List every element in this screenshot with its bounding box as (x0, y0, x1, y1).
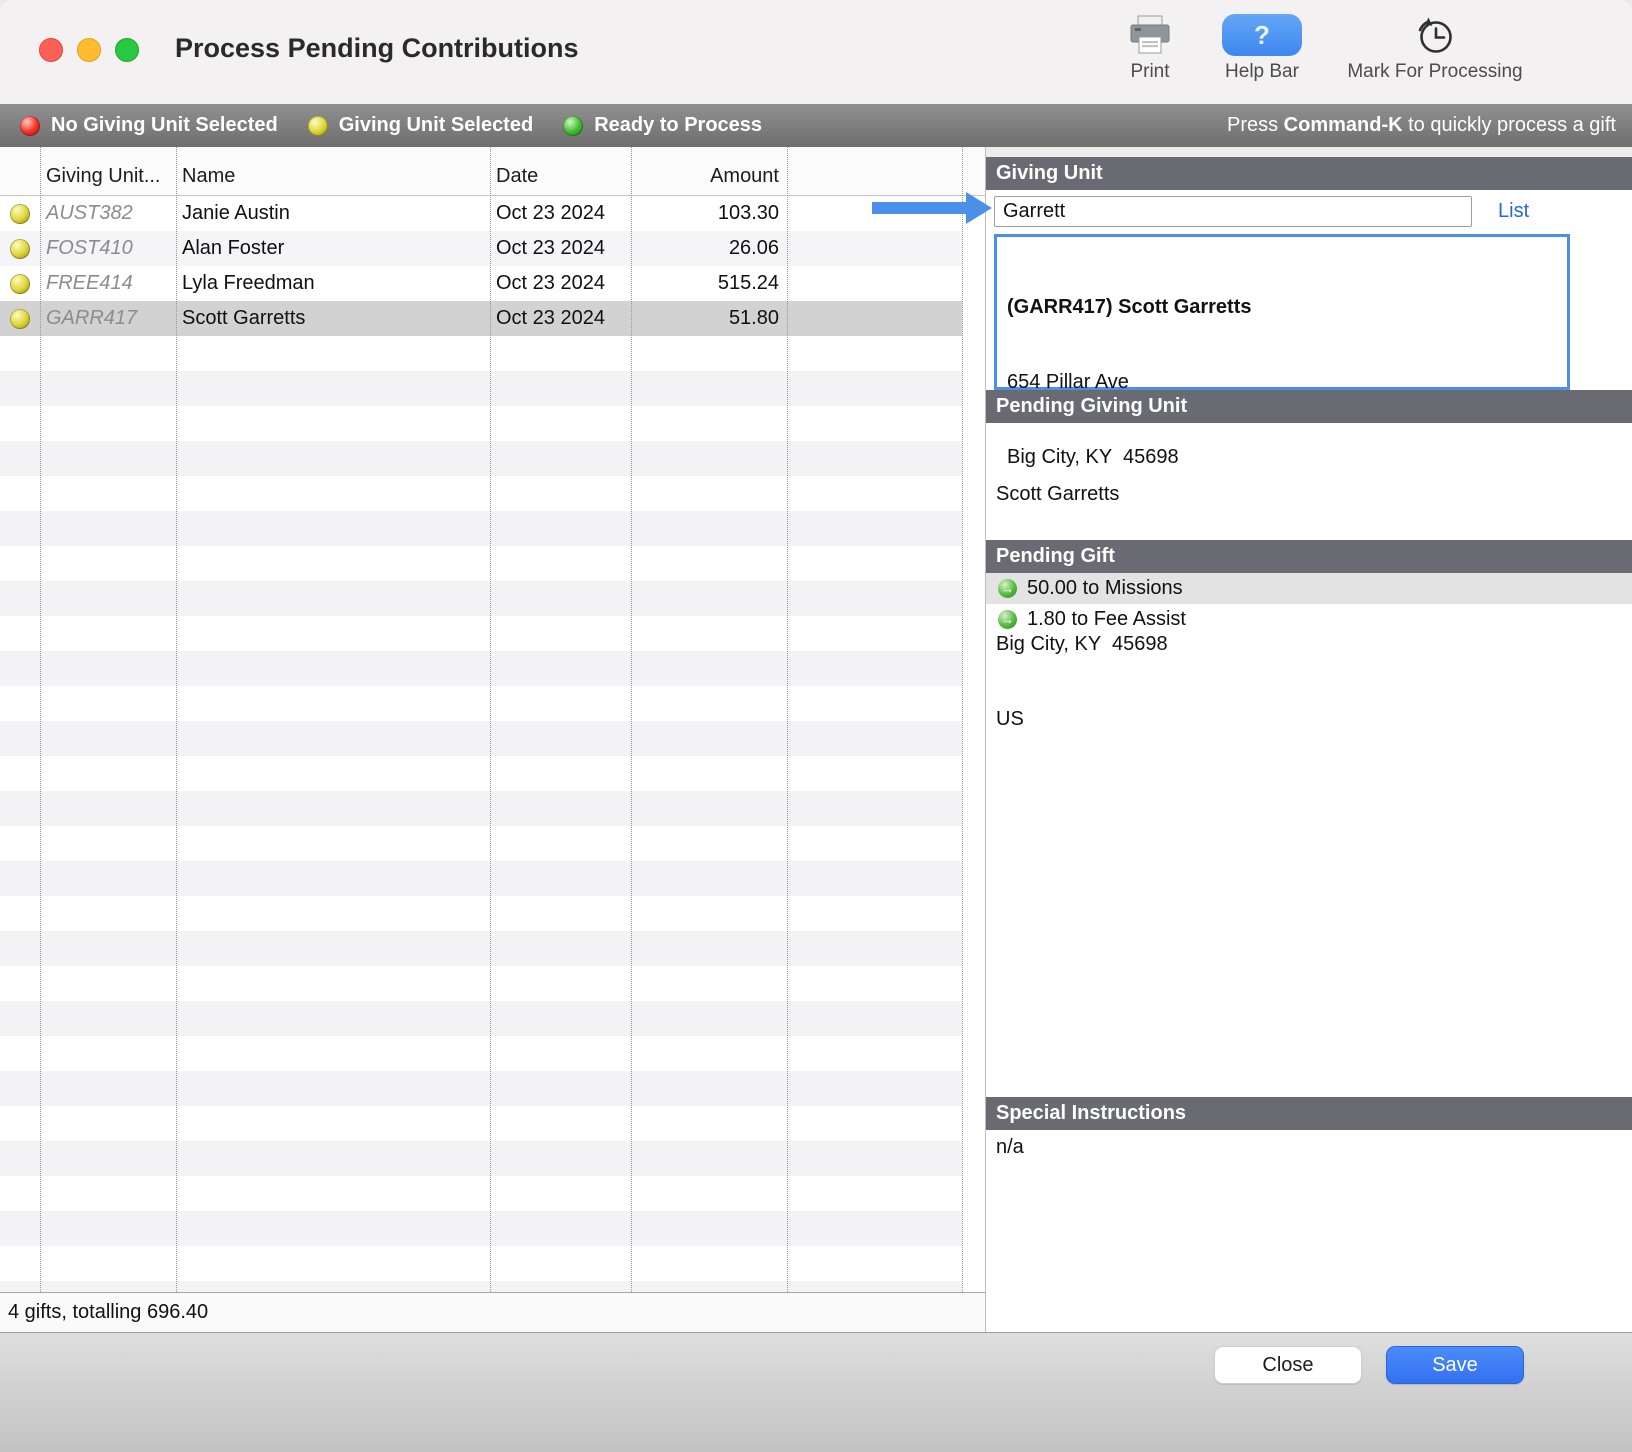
cell-date: Oct 23 2024 (496, 307, 605, 329)
panel-top-gap (986, 147, 1632, 157)
column-divider (490, 147, 491, 1292)
zoom-window-button[interactable] (115, 38, 139, 62)
special-instructions-section-header: Special Instructions (986, 1097, 1632, 1130)
column-date[interactable]: Date (490, 165, 631, 188)
cell-amount: 51.80 (728, 307, 779, 329)
command-k-key: Command-K (1283, 114, 1403, 136)
blue-arrow-icon (872, 192, 992, 224)
bottom-action-bar: Close Save (0, 1332, 1632, 1452)
help-icon: ? (1222, 14, 1302, 56)
title-bar: Process Pending Contributions Print ? He… (0, 0, 1632, 104)
special-instructions-value: n/a (996, 1136, 1024, 1158)
print-button[interactable]: Print (1105, 14, 1195, 83)
column-amount[interactable]: Amount (631, 165, 787, 188)
process-arrow-icon (998, 579, 1017, 598)
detail-panel: Giving Unit List (GARR417) Scott Garrett… (985, 147, 1632, 1332)
pending-gift-section-header: Pending Gift (986, 540, 1632, 573)
app-window: Process Pending Contributions Print ? He… (0, 0, 1632, 1452)
giving-unit-search-input[interactable] (994, 195, 1472, 227)
close-window-button[interactable] (39, 38, 63, 62)
cell-amount: 103.30 (717, 202, 779, 224)
traffic-lights (39, 38, 139, 62)
command-k-hint: Press Command-K to quickly process a gif… (1226, 114, 1616, 136)
table-row[interactable]: FREE414 Lyla Freedman Oct 23 2024 515.24 (0, 266, 962, 301)
yellow-status-dot-icon (10, 238, 30, 259)
close-button[interactable]: Close (1214, 1346, 1362, 1384)
cell-name: Janie Austin (182, 202, 290, 224)
cell-name: Alan Foster (182, 237, 285, 259)
table-header-row: Giving Unit... Name Date Amount (0, 147, 985, 196)
save-button[interactable]: Save (1386, 1346, 1524, 1384)
column-divider (631, 147, 632, 1292)
contributions-table: Giving Unit... Name Date Amount AUST382 … (0, 147, 985, 1292)
pending-giving-unit-details: Scott Garretts 654 Pillar Ave Big City, … (986, 423, 1632, 730)
giving-unit-search-row: List (986, 190, 1632, 232)
panel-spacer (986, 635, 1632, 1097)
gifts-total-status: 4 gifts, totalling 696.40 (0, 1292, 985, 1332)
legend-giving-unit-selected: Giving Unit Selected (307, 114, 534, 137)
legend-ready-to-process: Ready to Process (563, 114, 762, 137)
table-row[interactable]: FOST410 Alan Foster Oct 23 2024 26.06 (0, 231, 962, 266)
pending-unit-name: Scott Garretts (996, 483, 1120, 505)
table-row[interactable]: AUST382 Janie Austin Oct 23 2024 103.30 (0, 196, 962, 231)
column-divider (962, 147, 963, 1292)
cell-name: Lyla Freedman (182, 272, 315, 294)
print-label: Print (1130, 61, 1170, 82)
column-divider (176, 147, 177, 1292)
help-bar-label: Help Bar (1225, 61, 1299, 82)
cell-giving-unit: FREE414 (46, 272, 133, 294)
legend-bar: No Giving Unit Selected Giving Unit Sele… (0, 104, 1632, 147)
list-link[interactable]: List (1498, 200, 1529, 223)
legend-label: Ready to Process (594, 114, 763, 136)
column-divider (787, 147, 788, 1292)
red-status-dot-icon (20, 115, 40, 136)
cell-date: Oct 23 2024 (496, 272, 605, 294)
legend-label: No Giving Unit Selected (51, 114, 278, 136)
mark-for-processing-button[interactable]: Mark For Processing (1328, 14, 1542, 83)
yellow-status-dot-icon (10, 203, 30, 224)
help-bar-button[interactable]: ? Help Bar (1212, 14, 1312, 83)
legend-label: Giving Unit Selected (338, 114, 534, 136)
pending-gift-item[interactable]: 50.00 to Missions (986, 573, 1632, 604)
giving-unit-section-header: Giving Unit (986, 157, 1632, 190)
pending-gift-item[interactable]: 1.80 to Fee Assist (986, 604, 1632, 635)
legend-no-giving-unit: No Giving Unit Selected (20, 114, 278, 137)
cell-giving-unit: FOST410 (46, 237, 133, 259)
yellow-status-dot-icon (10, 273, 30, 294)
gift-text: 50.00 to Missions (1027, 577, 1183, 599)
process-arrow-icon (998, 610, 1017, 629)
green-status-dot-icon (563, 115, 584, 136)
pending-giving-unit-section-header: Pending Giving Unit (986, 390, 1632, 423)
mark-for-processing-label: Mark For Processing (1347, 61, 1523, 82)
column-name[interactable]: Name (176, 165, 490, 188)
cell-amount: 26.06 (728, 237, 779, 259)
cell-date: Oct 23 2024 (496, 202, 605, 224)
cell-giving-unit: GARR417 (46, 307, 138, 329)
column-divider (40, 147, 41, 1292)
window-title: Process Pending Contributions (175, 33, 579, 63)
gift-text: 1.80 to Fee Assist (1027, 608, 1186, 630)
pointer-arrow-annotation (872, 190, 992, 231)
giving-unit-search-result[interactable]: (GARR417) Scott Garretts 654 Pillar Ave … (994, 234, 1570, 468)
table-row-selected[interactable]: GARR417 Scott Garretts Oct 23 2024 51.80 (0, 301, 962, 336)
cell-giving-unit: AUST382 (46, 202, 133, 224)
yellow-status-dot-icon (307, 115, 328, 136)
cell-date: Oct 23 2024 (496, 237, 605, 259)
column-giving-unit[interactable]: Giving Unit... (40, 165, 176, 188)
clock-icon (1418, 17, 1452, 53)
empty-rows-area (0, 336, 962, 1292)
minimize-window-button[interactable] (77, 38, 101, 62)
cell-name: Scott Garretts (182, 307, 306, 329)
printer-icon (1130, 15, 1170, 54)
yellow-status-dot-icon (10, 308, 30, 329)
cell-amount: 515.24 (717, 272, 779, 294)
result-title: (GARR417) Scott Garretts (1007, 296, 1252, 318)
